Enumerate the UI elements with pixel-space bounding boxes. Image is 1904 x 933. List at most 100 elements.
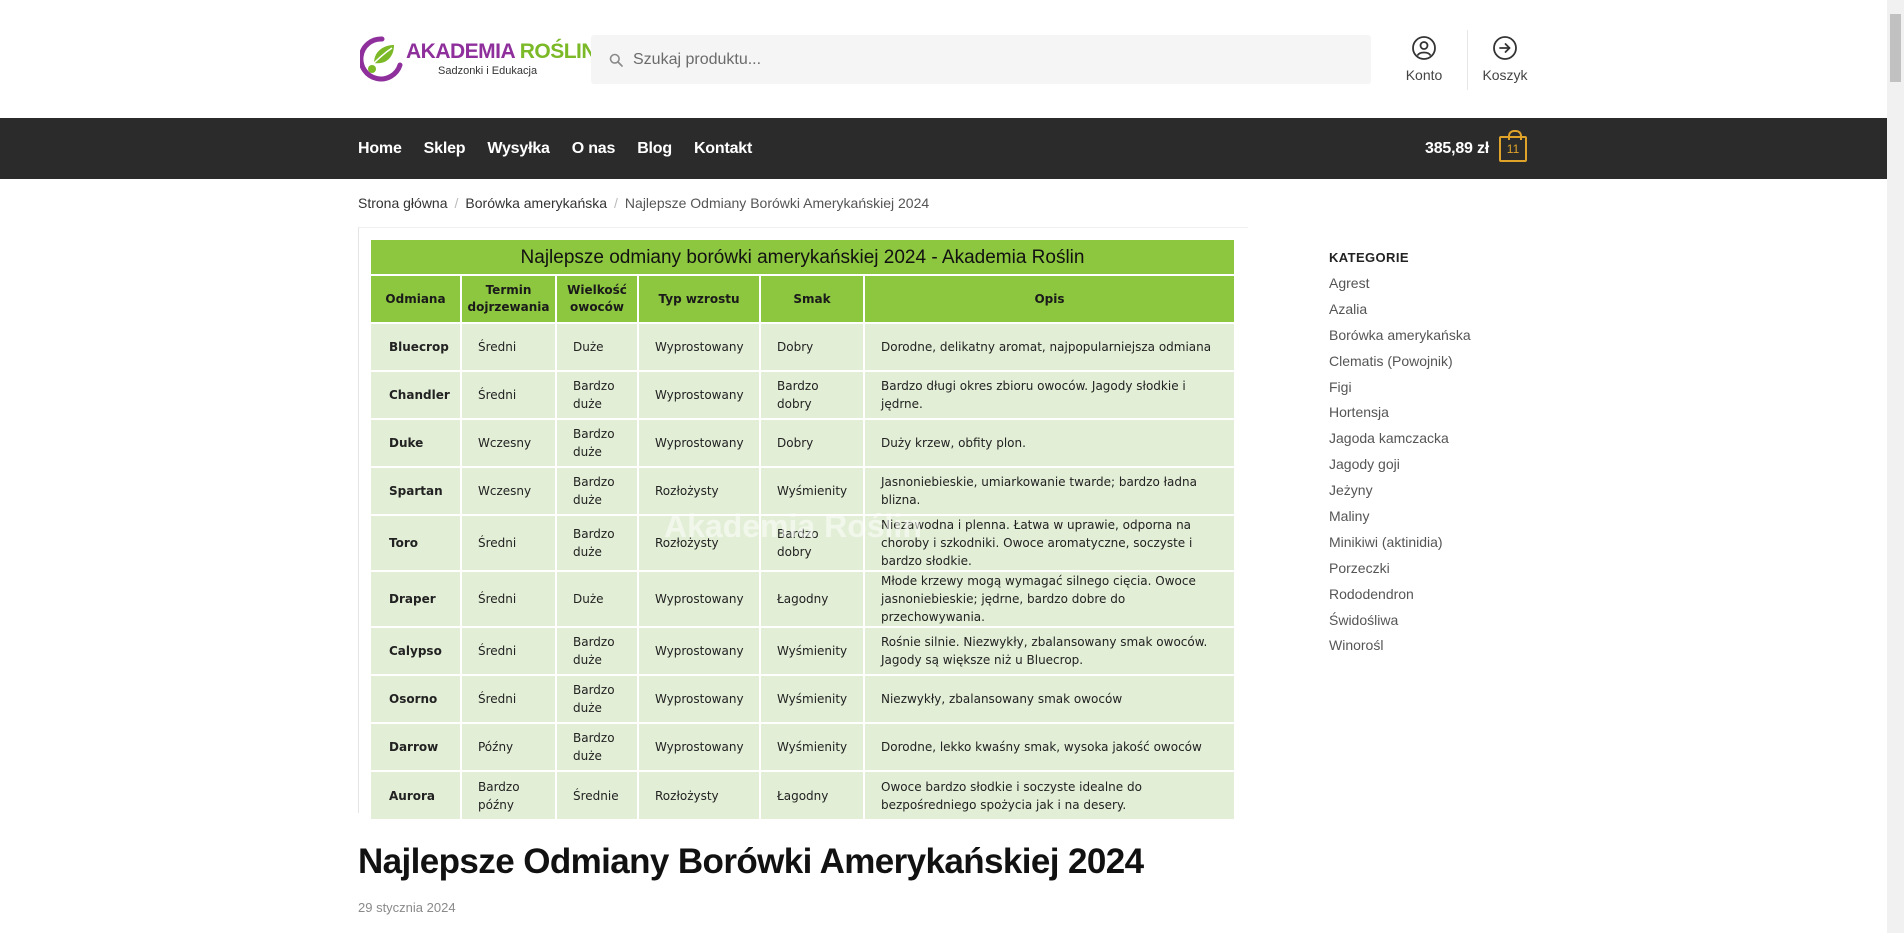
table-cell: Bardzo późny <box>461 770 557 819</box>
table-cell: Wyprostowany <box>638 370 761 419</box>
shopping-bag-icon: 11 <box>1499 130 1528 162</box>
table-cell: Wyprostowany <box>638 322 761 371</box>
table-cell: Bardzo duże <box>556 370 639 419</box>
featured-image: Najlepsze odmiany borówki amerykańskiej … <box>358 227 1248 819</box>
table-cell: Niezawodna i plenna. Łatwa w uprawie, od… <box>864 514 1234 571</box>
table-row: Calypso Średni Bardzo duże Wyprostowany Wyśm… <box>371 626 1234 675</box>
arrow-circle-right-icon <box>1493 36 1517 60</box>
table-cell: Jasnoniebieskie, umiarkowanie twarde; ba… <box>864 466 1234 515</box>
table-cell: Niezwykły, zbalansowany smak owoców <box>864 674 1234 723</box>
cart-count: 11 <box>1506 142 1520 156</box>
logo-text-akademia: AKADEMIA <box>406 40 520 63</box>
table-cell: Bardzo dobry <box>760 370 865 419</box>
main-nav: Home Sklep Wysyłka O nas Blog Kontakt <box>358 118 774 179</box>
table-cell: Bardzo duże <box>556 418 639 467</box>
category-link[interactable]: Porzeczki <box>1329 560 1579 586</box>
table-cell: Wyśmienity <box>760 674 865 723</box>
table-cell: Bluecrop <box>371 322 462 371</box>
mini-cart[interactable]: 385,89 zł 11 <box>1425 130 1528 162</box>
sidebar-categories: KATEGORIE Agrest Azalia Borówka amerykańsk… <box>1329 250 1579 663</box>
table-cell: Wczesny <box>461 466 557 515</box>
nav-item-blog[interactable]: Blog <box>637 140 672 158</box>
table-cell: Owoce bardzo słodkie i soczyste idealne … <box>864 770 1234 819</box>
category-list: Agrest Azalia Borówka amerykańska Clematis … <box>1329 275 1579 663</box>
table-row: Duke Wczesny Bardzo duże Wyprostowany Dobry D… <box>371 418 1234 467</box>
nav-item-sklep[interactable]: Sklep <box>424 140 466 158</box>
page-scrollbar[interactable] <box>1887 0 1904 933</box>
varieties-table: Najlepsze odmiany borówki amerykańskiej … <box>371 240 1234 819</box>
category-link[interactable]: Minikiwi (aktinidia) <box>1329 534 1579 560</box>
table-cell: Średni <box>461 570 557 627</box>
table-cell: Bardzo długi okres zbioru owoców. Jagody… <box>864 370 1234 419</box>
category-link[interactable]: Azalia <box>1329 301 1579 327</box>
table-cell: Rozłożysty <box>638 770 761 819</box>
category-link[interactable]: Jagody goji <box>1329 456 1579 482</box>
table-cell: Średni <box>461 674 557 723</box>
category-link[interactable]: Jeżyny <box>1329 482 1579 508</box>
user-circle-icon <box>1412 36 1436 60</box>
category-link[interactable]: Maliny <box>1329 508 1579 534</box>
leaf-logo-icon <box>360 36 403 82</box>
nav-item-wysylka[interactable]: Wysyłka <box>487 140 550 158</box>
category-link[interactable]: Winorośl <box>1329 637 1579 663</box>
table-cell: Darrow <box>371 722 462 771</box>
site-logo[interactable]: AKADEMIA ROŚLIN Sadzonki i Edukacja <box>360 32 597 86</box>
table-cell: Chandler <box>371 370 462 419</box>
scrollbar-thumb[interactable] <box>1890 14 1901 82</box>
category-link[interactable]: Rododendron <box>1329 586 1579 612</box>
category-link[interactable]: Borówka amerykańska <box>1329 327 1579 353</box>
nav-item-home[interactable]: Home <box>358 140 402 158</box>
category-link[interactable]: Hortensja <box>1329 404 1579 430</box>
breadcrumb-separator: / <box>454 195 459 211</box>
table-cell: Dorodne, delikatny aromat, najpopularnie… <box>864 322 1234 371</box>
table-cell: Rozłożysty <box>638 466 761 515</box>
table-cell: Draper <box>371 570 462 627</box>
table-cell: Duże <box>556 570 639 627</box>
table-cell: Bardzo duże <box>556 722 639 771</box>
table-cell: Osorno <box>371 674 462 723</box>
search-input[interactable] <box>633 50 1333 69</box>
category-link[interactable]: Świdośliwa <box>1329 612 1579 638</box>
header-divider <box>1467 30 1468 90</box>
table-cell: Łagodny <box>760 570 865 627</box>
account-label: Konto <box>1405 67 1443 83</box>
table-cell: Toro <box>371 514 462 571</box>
search-bar[interactable] <box>591 35 1371 84</box>
table-cell: Rozłożysty <box>638 514 761 571</box>
table-row: Chandler Średni Bardzo duże Wyprostowany Bar… <box>371 370 1234 419</box>
table-cell: Wyśmienity <box>760 466 865 515</box>
table-cell: Duże <box>556 322 639 371</box>
table-cell: Średni <box>461 514 557 571</box>
table-cell: Spartan <box>371 466 462 515</box>
search-icon <box>609 53 623 67</box>
breadcrumb-current: Najlepsze Odmiany Borówki Amerykańskiej … <box>624 195 930 211</box>
category-link[interactable]: Jagoda kamczacka <box>1329 430 1579 456</box>
category-link[interactable]: Figi <box>1329 379 1579 405</box>
table-cell: Bardzo duże <box>556 674 639 723</box>
table-row: Draper Średni Duże Wyprostowany Łagodny Młode… <box>371 570 1234 627</box>
nav-item-kontakt[interactable]: Kontakt <box>694 140 752 158</box>
table-cell: Wyśmienity <box>760 722 865 771</box>
nav-item-o-nas[interactable]: O nas <box>572 140 616 158</box>
site-header: AKADEMIA ROŚLIN Sadzonki i Edukacja Kont… <box>0 0 1887 118</box>
table-cell: Duży krzew, obfity plon. <box>864 418 1234 467</box>
breadcrumb-home[interactable]: Strona główna <box>358 195 448 211</box>
sidebar-heading: KATEGORIE <box>1329 250 1409 265</box>
table-cell: Dobry <box>760 418 865 467</box>
category-link[interactable]: Agrest <box>1329 275 1579 301</box>
breadcrumb-separator: / <box>614 195 618 211</box>
breadcrumb: Strona główna / Borówka amerykańska / Na… <box>358 195 929 211</box>
table-header: Opis <box>864 276 1234 323</box>
category-link[interactable]: Clematis (Powojnik) <box>1329 353 1579 379</box>
table-row: Toro Średni Bardzo duże Rozłożysty Bardzo do… <box>371 514 1234 571</box>
table-cell: Młode krzewy mogą wymagać silnego cięcia… <box>864 570 1234 627</box>
table-cell: Wyprostowany <box>638 570 761 627</box>
account-link[interactable]: Konto <box>1389 35 1459 83</box>
post-date[interactable]: 29 stycznia 2024 <box>358 900 456 915</box>
main-navbar: Home Sklep Wysyłka O nas Blog Kontakt 38… <box>0 118 1887 179</box>
breadcrumb-category[interactable]: Borówka amerykańska <box>465 195 607 211</box>
post-title: Najlepsze Odmiany Borówki Amerykańskiej … <box>358 842 1144 881</box>
cart-link[interactable]: Koszyk <box>1470 35 1540 83</box>
table-cell: Łagodny <box>760 770 865 819</box>
table-cell: Aurora <box>371 770 462 819</box>
